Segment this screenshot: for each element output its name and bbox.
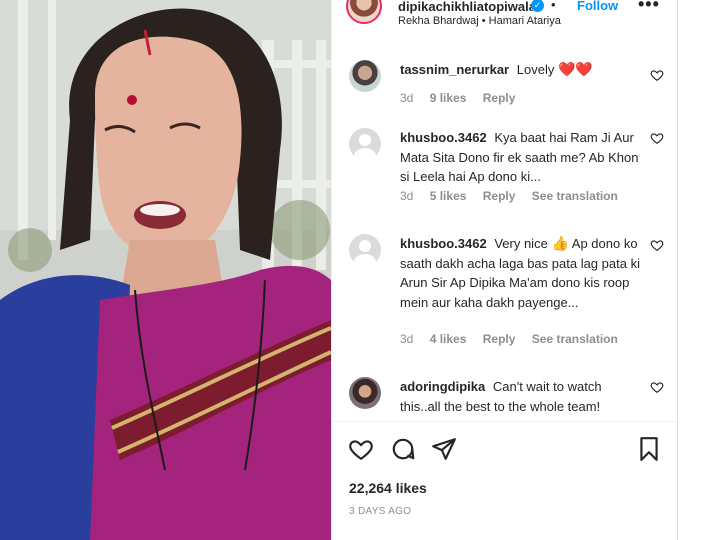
like-comment-heart-icon[interactable] — [650, 238, 664, 252]
post-details-panel: dipikachikhliatopiwala ✓ • Follow ••• Re… — [331, 0, 678, 540]
comment-age: 3d — [400, 189, 414, 203]
comment-meta: 3d 9 likes Reply — [400, 91, 528, 105]
commenter-avatar[interactable] — [349, 377, 381, 409]
post-timestamp[interactable]: 3 DAYS AGO — [349, 506, 411, 517]
see-translation-link[interactable]: See translation — [532, 189, 618, 203]
comment-body: khusboo.3462 Kya baat hai Ram Ji Aur Mat… — [400, 128, 640, 187]
comment-likes[interactable]: 9 likes — [430, 91, 467, 105]
thumbs-up-emoji-icon: 👍 — [551, 235, 569, 251]
heart-icon[interactable] — [348, 436, 374, 462]
comment-body: adoringdipika Can't wait to watch this..… — [400, 377, 640, 420]
likes-count[interactable]: 22,264 likes — [349, 480, 427, 496]
comment-body: tassnim_nerurkar Lovely ❤️❤️ — [400, 60, 640, 80]
more-options-icon[interactable]: ••• — [638, 0, 660, 15]
comment-text: Very nice — [494, 236, 548, 251]
see-translation-link[interactable]: See translation — [532, 332, 618, 346]
actions-divider — [332, 421, 678, 422]
reply-button[interactable]: Reply — [483, 189, 516, 203]
unrendered-emoji-glyph: ? — [400, 418, 407, 420]
header-separator: • — [551, 0, 556, 12]
comment-likes[interactable]: 5 likes — [430, 189, 467, 203]
like-comment-heart-icon[interactable] — [650, 131, 664, 145]
comment-meta: 3d 5 likes Reply See translation — [400, 189, 631, 203]
comment-age: 3d — [400, 91, 414, 105]
reply-button[interactable]: Reply — [483, 332, 516, 346]
reply-button[interactable]: Reply — [483, 91, 516, 105]
follow-button[interactable]: Follow — [577, 0, 618, 13]
like-comment-heart-icon[interactable] — [650, 380, 664, 394]
bookmark-icon[interactable] — [636, 436, 662, 462]
post-media[interactable] — [0, 0, 331, 540]
author-username[interactable]: dipikachikhliatopiwala — [398, 0, 536, 14]
comment-icon[interactable] — [390, 436, 416, 462]
post-actions-bar — [332, 430, 678, 470]
comment-age: 3d — [400, 332, 414, 346]
commenter-avatar[interactable] — [349, 234, 381, 266]
like-comment-heart-icon[interactable] — [650, 68, 664, 82]
share-icon[interactable] — [431, 436, 457, 462]
audio-attribution[interactable]: Rekha Bhardwaj • Hamari Atariya — [398, 15, 561, 27]
comment-likes[interactable]: 4 likes — [430, 332, 467, 346]
comment-username[interactable]: adoringdipika — [400, 379, 485, 394]
commenter-avatar[interactable] — [349, 60, 381, 92]
comments-list[interactable]: tassnim_nerurkar Lovely ❤️❤️ 3d 9 likes … — [332, 44, 678, 420]
comment-username[interactable]: khusboo.3462 — [400, 236, 487, 251]
comment-username[interactable]: tassnim_nerurkar — [400, 62, 509, 77]
comment-body: khusboo.3462 Very nice 👍 Ap dono ko saat… — [400, 234, 640, 312]
heart-emoji-icon: ❤️❤️ — [557, 61, 593, 77]
commenter-avatar[interactable] — [349, 128, 381, 160]
video-frame-illustration — [0, 0, 331, 540]
comment-meta: 3d 4 likes Reply See translation — [400, 332, 631, 346]
author-avatar[interactable] — [346, 0, 382, 24]
page-side-gutter — [677, 0, 720, 540]
post-header: dipikachikhliatopiwala ✓ • Follow ••• Re… — [332, 0, 678, 30]
comment-text: Lovely — [516, 62, 555, 77]
verified-badge-icon: ✓ — [531, 0, 544, 12]
comment-username[interactable]: khusboo.3462 — [400, 130, 487, 145]
